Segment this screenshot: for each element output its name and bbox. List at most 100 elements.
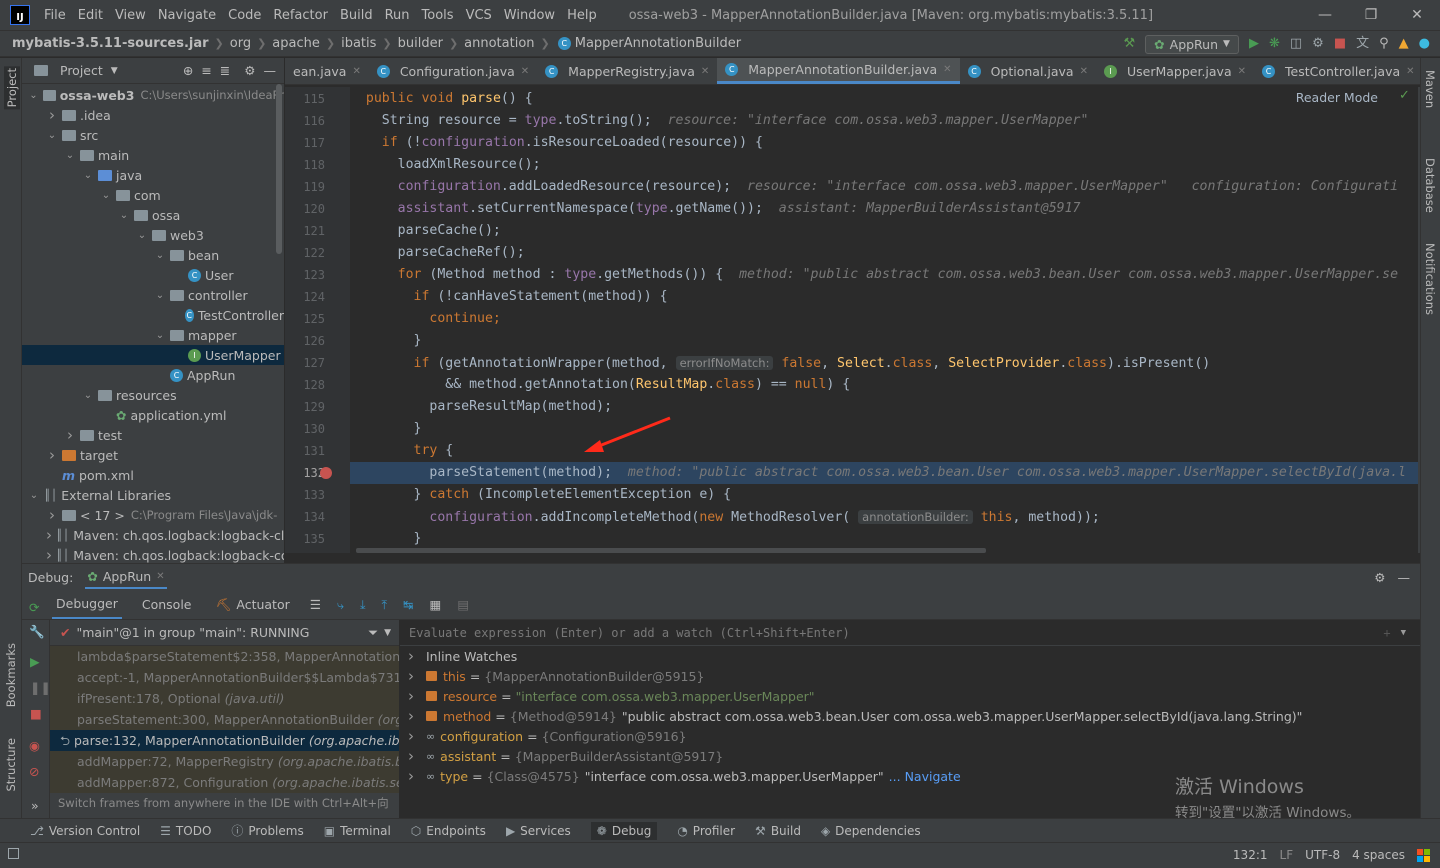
- bottom-tool-terminal[interactable]: ▣ Terminal: [324, 824, 391, 838]
- chevron-right-icon[interactable]: ›: [408, 727, 420, 745]
- close-tab-icon[interactable]: ✕: [1406, 66, 1414, 77]
- bottom-tool-debug[interactable]: ❁ Debug: [590, 821, 658, 840]
- chevron-down-icon[interactable]: ⌄: [100, 190, 112, 201]
- step-into-icon[interactable]: ⤓: [360, 597, 366, 613]
- structure-tool-button[interactable]: Structure: [4, 738, 18, 792]
- thread-select[interactable]: ✔ "main"@1 in group "main": RUNNING ⏷ ▼: [50, 620, 399, 646]
- tree-item[interactable]: › test: [22, 425, 284, 445]
- menu-build[interactable]: Build: [340, 8, 373, 23]
- line-number[interactable]: 120: [285, 198, 325, 220]
- run-to-cursor-icon[interactable]: ↹: [403, 597, 413, 612]
- stack-frame[interactable]: parseStatement:300, MapperAnnotationBuil…: [50, 709, 399, 730]
- close-tab-icon[interactable]: ✕: [352, 66, 360, 77]
- tree-item[interactable]: ⌄ web3: [22, 225, 284, 245]
- line-number[interactable]: 131: [285, 440, 325, 462]
- notifications-tool-button[interactable]: Notifications: [1423, 243, 1437, 315]
- line-number[interactable]: 118: [285, 154, 325, 176]
- evaluate-icon[interactable]: ▦: [430, 597, 442, 612]
- line-number[interactable]: 127: [285, 352, 325, 374]
- tree-item[interactable]: C AppRun: [22, 365, 284, 385]
- stack-frame[interactable]: ifPresent:178, Optional (java.util): [50, 688, 399, 709]
- menu-navigate[interactable]: Navigate: [158, 8, 216, 23]
- close-tab-icon[interactable]: ✕: [1238, 66, 1246, 77]
- gear-icon[interactable]: ⚙: [244, 63, 255, 78]
- line-number[interactable]: 115: [285, 88, 325, 110]
- menu-vcs[interactable]: VCS: [466, 8, 492, 23]
- breadcrumb-builder[interactable]: builder: [398, 36, 443, 51]
- editor-tab[interactable]: C TestController.java ✕: [1254, 58, 1420, 84]
- stack-frame[interactable]: accept:-1, MapperAnnotationBuilder$$Lamb…: [50, 667, 399, 688]
- debug-session-tab[interactable]: ✿ AppRun ✕: [85, 566, 167, 589]
- variable-row[interactable]: › ∞ configuration = {Configuration@5916}: [400, 726, 1420, 746]
- breadcrumb-annotation[interactable]: annotation: [464, 36, 534, 51]
- run-icon[interactable]: ▶: [1249, 34, 1259, 54]
- reader-mode-toggle[interactable]: Reader Mode: [1296, 90, 1378, 105]
- chevron-down-icon[interactable]: ⌄: [154, 330, 166, 341]
- chevron-right-icon[interactable]: ›: [46, 106, 58, 124]
- chevron-right-icon[interactable]: ›: [408, 647, 420, 665]
- variable-row[interactable]: › this = {MapperAnnotationBuilder@5915}: [400, 666, 1420, 686]
- horizontal-scrollbar[interactable]: [356, 548, 986, 553]
- menu-edit[interactable]: Edit: [78, 8, 103, 23]
- update-icon[interactable]: ▲: [1399, 34, 1409, 54]
- caret-position[interactable]: 132:1: [1233, 848, 1268, 862]
- variable-row[interactable]: › ∞ assistant = {MapperBuilderAssistant@5917…: [400, 746, 1420, 766]
- chevron-right-icon[interactable]: ›: [408, 747, 420, 765]
- menu-code[interactable]: Code: [228, 8, 261, 23]
- chevron-down-icon[interactable]: ⌄: [28, 490, 40, 501]
- stack-frame[interactable]: ⮌ parse:132, MapperAnnotationBuilder (org…: [50, 730, 399, 751]
- chevron-down-icon[interactable]: ⌄: [136, 230, 148, 241]
- debug-bug-icon[interactable]: ❋: [1269, 34, 1280, 54]
- run-config-select[interactable]: ✿ AppRun ▼: [1145, 34, 1239, 54]
- rerun-icon[interactable]: ⟳: [29, 600, 39, 615]
- bottom-tool-endpoints[interactable]: ⬡ Endpoints: [411, 824, 486, 838]
- chevron-down-icon[interactable]: ⌄: [64, 150, 76, 161]
- locate-icon[interactable]: ⊕: [183, 63, 193, 78]
- close-tab-icon[interactable]: ✕: [521, 66, 529, 77]
- collapse-all-icon[interactable]: ≡: [201, 63, 211, 78]
- chevron-down-icon[interactable]: ⌄: [154, 290, 166, 301]
- add-watch-icon[interactable]: +: [1383, 626, 1390, 640]
- trace-icon[interactable]: ▤: [457, 597, 469, 612]
- line-number[interactable]: 133: [285, 484, 325, 506]
- menu-run[interactable]: Run: [385, 8, 410, 23]
- filter-icon[interactable]: ⏷: [368, 625, 378, 641]
- tab-debugger[interactable]: Debugger: [52, 590, 122, 619]
- evaluate-expression-input[interactable]: Evaluate expression (Enter) or add a wat…: [400, 620, 1420, 646]
- variable-row[interactable]: › method = {Method@5914} "public abstract co…: [400, 706, 1420, 726]
- tree-item[interactable]: › .idea: [22, 105, 284, 125]
- line-number[interactable]: 130: [285, 418, 325, 440]
- tree-item[interactable]: ⌄ ossa: [22, 205, 284, 225]
- tab-actuator[interactable]: ⛏ Actuator: [212, 591, 294, 619]
- breakpoint-icon[interactable]: [320, 467, 332, 479]
- chevron-right-icon[interactable]: ›: [46, 526, 52, 544]
- menu-view[interactable]: View: [115, 8, 146, 23]
- chevron-right-icon[interactable]: ›: [46, 506, 58, 524]
- stack-frame[interactable]: addMapper:872, Configuration (org.apache.…: [50, 772, 399, 793]
- breadcrumb-apache[interactable]: apache: [272, 36, 320, 51]
- line-number[interactable]: 132: [285, 462, 325, 484]
- stack-frame[interactable]: addMapper:72, MapperRegistry (org.apache.…: [50, 751, 399, 772]
- chevron-right-icon[interactable]: ›: [46, 546, 52, 563]
- line-number[interactable]: 134: [285, 506, 325, 528]
- expand-all-icon[interactable]: ≣: [220, 63, 230, 78]
- editor-tab[interactable]: ean.java ✕: [285, 58, 369, 84]
- tree-item[interactable]: I UserMapper: [22, 345, 284, 365]
- close-icon[interactable]: ✕: [156, 571, 164, 582]
- translate-icon[interactable]: 文: [1356, 34, 1369, 54]
- coverage-icon[interactable]: ◫: [1290, 34, 1302, 54]
- minimize-icon[interactable]: —: [1302, 0, 1348, 30]
- line-number[interactable]: 135: [285, 528, 325, 550]
- step-out-icon[interactable]: ⤒: [382, 597, 388, 613]
- line-number[interactable]: 122: [285, 242, 325, 264]
- close-tab-icon[interactable]: ✕: [1080, 66, 1088, 77]
- restore-icon[interactable]: ❐: [1348, 0, 1394, 30]
- tree-item[interactable]: ⌄ resources: [22, 385, 284, 405]
- jetbrains-icon[interactable]: ●: [1419, 34, 1430, 54]
- navigate-link[interactable]: ... Navigate: [889, 769, 961, 784]
- search-icon[interactable]: ⚲: [1379, 34, 1389, 54]
- line-number[interactable]: 125: [285, 308, 325, 330]
- build-hammer-icon[interactable]: ⚒: [1124, 34, 1136, 54]
- maven-tool-button[interactable]: Maven: [1423, 70, 1437, 108]
- tree-item[interactable]: › ║│ Maven: ch.qos.logback:logback-co: [22, 545, 284, 563]
